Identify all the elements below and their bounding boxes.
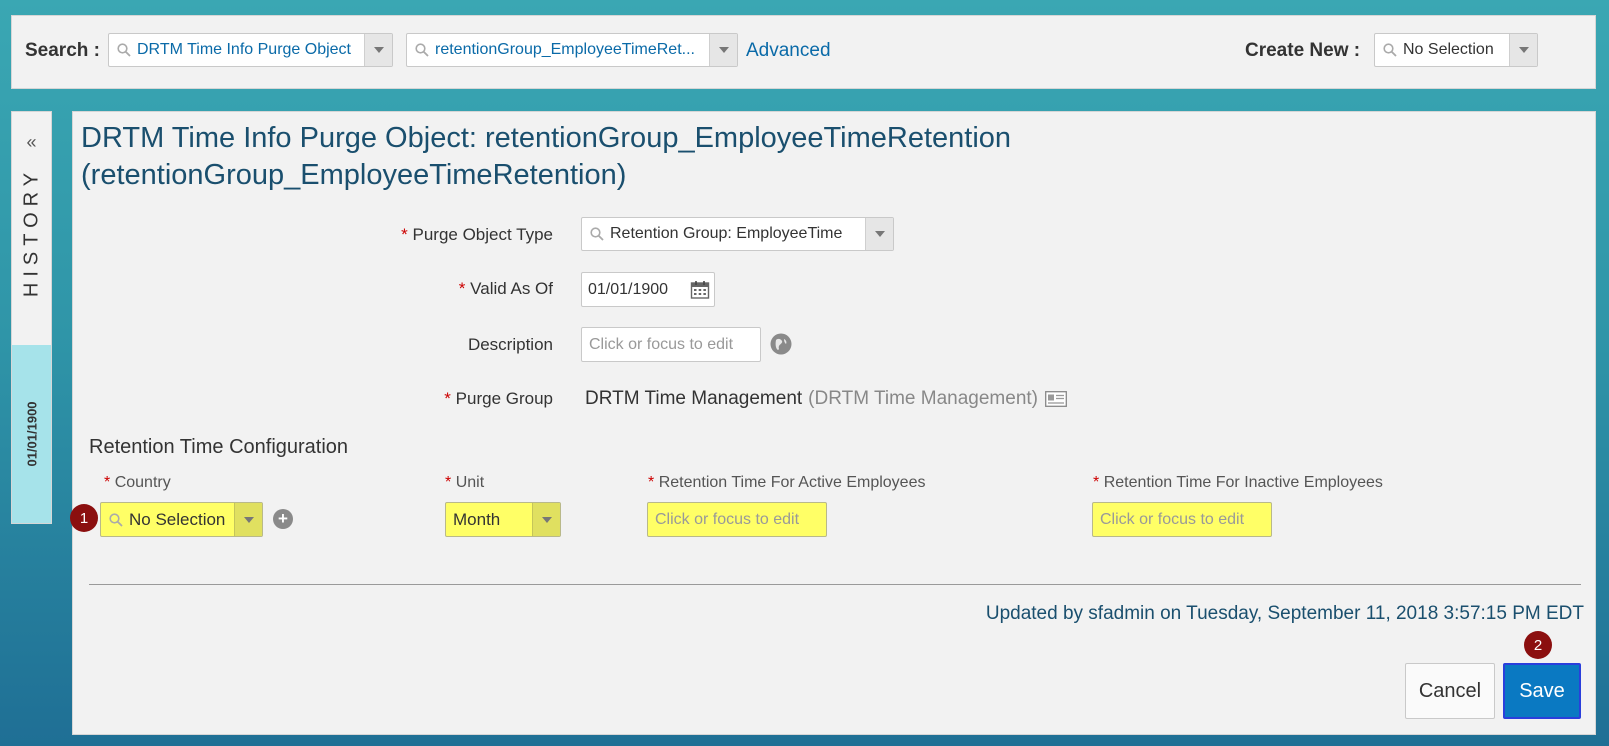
create-new-label: Create New : — [1245, 40, 1361, 61]
country-combo[interactable]: No Selection — [100, 502, 263, 537]
unit-value: Month — [453, 509, 501, 529]
inactive-retention-column-header: * Retention Time For Inactive Employees — [1093, 474, 1383, 492]
valid-as-of-field[interactable]: 01/01/1900 — [581, 272, 715, 307]
chevron-down-icon[interactable] — [865, 218, 893, 250]
calendar-icon[interactable] — [690, 280, 710, 300]
valid-as-of-label-text: Valid As Of — [470, 279, 553, 298]
description-label: Description — [467, 335, 553, 354]
purge-object-type-label: * Purge Object Type — [401, 225, 553, 245]
valid-as-of-label: * Valid As Of — [459, 279, 553, 299]
chevron-down-icon[interactable] — [532, 503, 560, 536]
required-marker: * — [1093, 474, 1100, 491]
search-icon — [415, 43, 429, 57]
purge-group-label: * Purge Group — [444, 389, 553, 409]
active-retention-field[interactable]: Click or focus to edit — [647, 502, 827, 537]
page-title-line1: DRTM Time Info Purge Object: retentionGr… — [81, 122, 1012, 154]
active-retention-column-label: Retention Time For Active Employees — [658, 474, 926, 491]
search-label: Search : — [25, 40, 100, 61]
search-icon — [1383, 43, 1397, 57]
chevron-down-icon[interactable] — [364, 34, 392, 66]
inactive-retention-field[interactable]: Click or focus to edit — [1092, 502, 1272, 537]
required-marker: * — [401, 225, 408, 244]
history-label[interactable]: HISTORY — [20, 167, 43, 297]
active-retention-column-header: * Retention Time For Active Employees — [648, 474, 925, 492]
chevron-down-icon[interactable] — [1509, 34, 1537, 66]
purge-group-value-row: DRTM Time Management (DRTM Time Manageme… — [585, 388, 1067, 410]
country-column-header: * Country — [104, 474, 171, 492]
chevron-down-icon[interactable] — [709, 34, 737, 66]
required-marker: * — [445, 474, 452, 491]
divider — [89, 584, 1581, 585]
object-type-search-value: DRTM Time Info Purge Object — [137, 41, 351, 58]
collapse-icon[interactable]: « — [12, 132, 51, 153]
translate-globe-icon[interactable] — [770, 333, 792, 355]
purge-object-type-value: Retention Group: EmployeeTime — [610, 225, 843, 242]
purge-object-type-label-text: Purge Object Type — [412, 225, 554, 244]
purge-group-secondary: (DRTM Time Management) — [808, 388, 1038, 409]
description-placeholder: Click or focus to edit — [589, 335, 734, 353]
add-country-icon[interactable]: + — [273, 509, 293, 529]
search-icon — [117, 43, 131, 57]
purge-group-label-text: Purge Group — [455, 389, 553, 408]
step-badge-2: 2 — [1524, 631, 1552, 659]
cancel-button[interactable]: Cancel — [1405, 663, 1495, 719]
record-search-combo[interactable]: retentionGroup_EmployeeTimeRet... — [406, 33, 738, 67]
search-icon — [590, 227, 604, 241]
inactive-retention-column-label: Retention Time For Inactive Employees — [1103, 474, 1383, 491]
search-icon — [109, 512, 123, 527]
required-marker: * — [104, 474, 111, 491]
required-marker: * — [648, 474, 655, 491]
unit-column-label: Unit — [455, 474, 485, 491]
create-new-combo[interactable]: No Selection — [1374, 33, 1538, 67]
quickcard-icon[interactable] — [1045, 391, 1067, 407]
required-marker: * — [444, 389, 451, 408]
active-retention-placeholder: Click or focus to edit — [655, 510, 800, 528]
history-date-entry[interactable]: 01/01/1900 — [12, 345, 51, 523]
inactive-retention-placeholder: Click or focus to edit — [1100, 510, 1245, 528]
save-button[interactable]: Save — [1503, 663, 1581, 719]
record-search-value: retentionGroup_EmployeeTimeRet... — [435, 41, 695, 58]
description-field[interactable]: Click or focus to edit — [581, 327, 761, 362]
history-panel: « HISTORY 01/01/1900 — [11, 111, 52, 524]
chevron-down-icon[interactable] — [234, 503, 262, 536]
purge-group-value: DRTM Time Management — [585, 388, 803, 409]
updated-by-text: Updated by sfadmin on Tuesday, September… — [985, 603, 1584, 624]
step-badge-1: 1 — [70, 504, 98, 532]
unit-combo[interactable]: Month — [445, 502, 561, 537]
purge-object-type-combo[interactable]: Retention Group: EmployeeTime — [581, 217, 894, 251]
create-new-value: No Selection — [1403, 41, 1494, 58]
page-title: DRTM Time Info Purge Object: retentionGr… — [81, 120, 1011, 194]
main-panel: DRTM Time Info Purge Object: retentionGr… — [70, 111, 1596, 735]
country-value: No Selection — [129, 509, 226, 529]
advanced-search-link[interactable]: Advanced — [746, 40, 831, 62]
valid-as-of-value: 01/01/1900 — [588, 280, 669, 298]
history-date: 01/01/1900 — [24, 401, 39, 467]
retention-section-title: Retention Time Configuration — [89, 436, 349, 458]
page-title-line2: (retentionGroup_EmployeeTimeRetention) — [81, 159, 627, 191]
object-type-search-combo[interactable]: DRTM Time Info Purge Object — [108, 33, 393, 67]
required-marker: * — [458, 279, 466, 298]
unit-column-header: * Unit — [445, 474, 484, 492]
search-bar: Search : DRTM Time Info Purge Object ret… — [11, 15, 1596, 89]
country-column-label: Country — [114, 474, 171, 491]
